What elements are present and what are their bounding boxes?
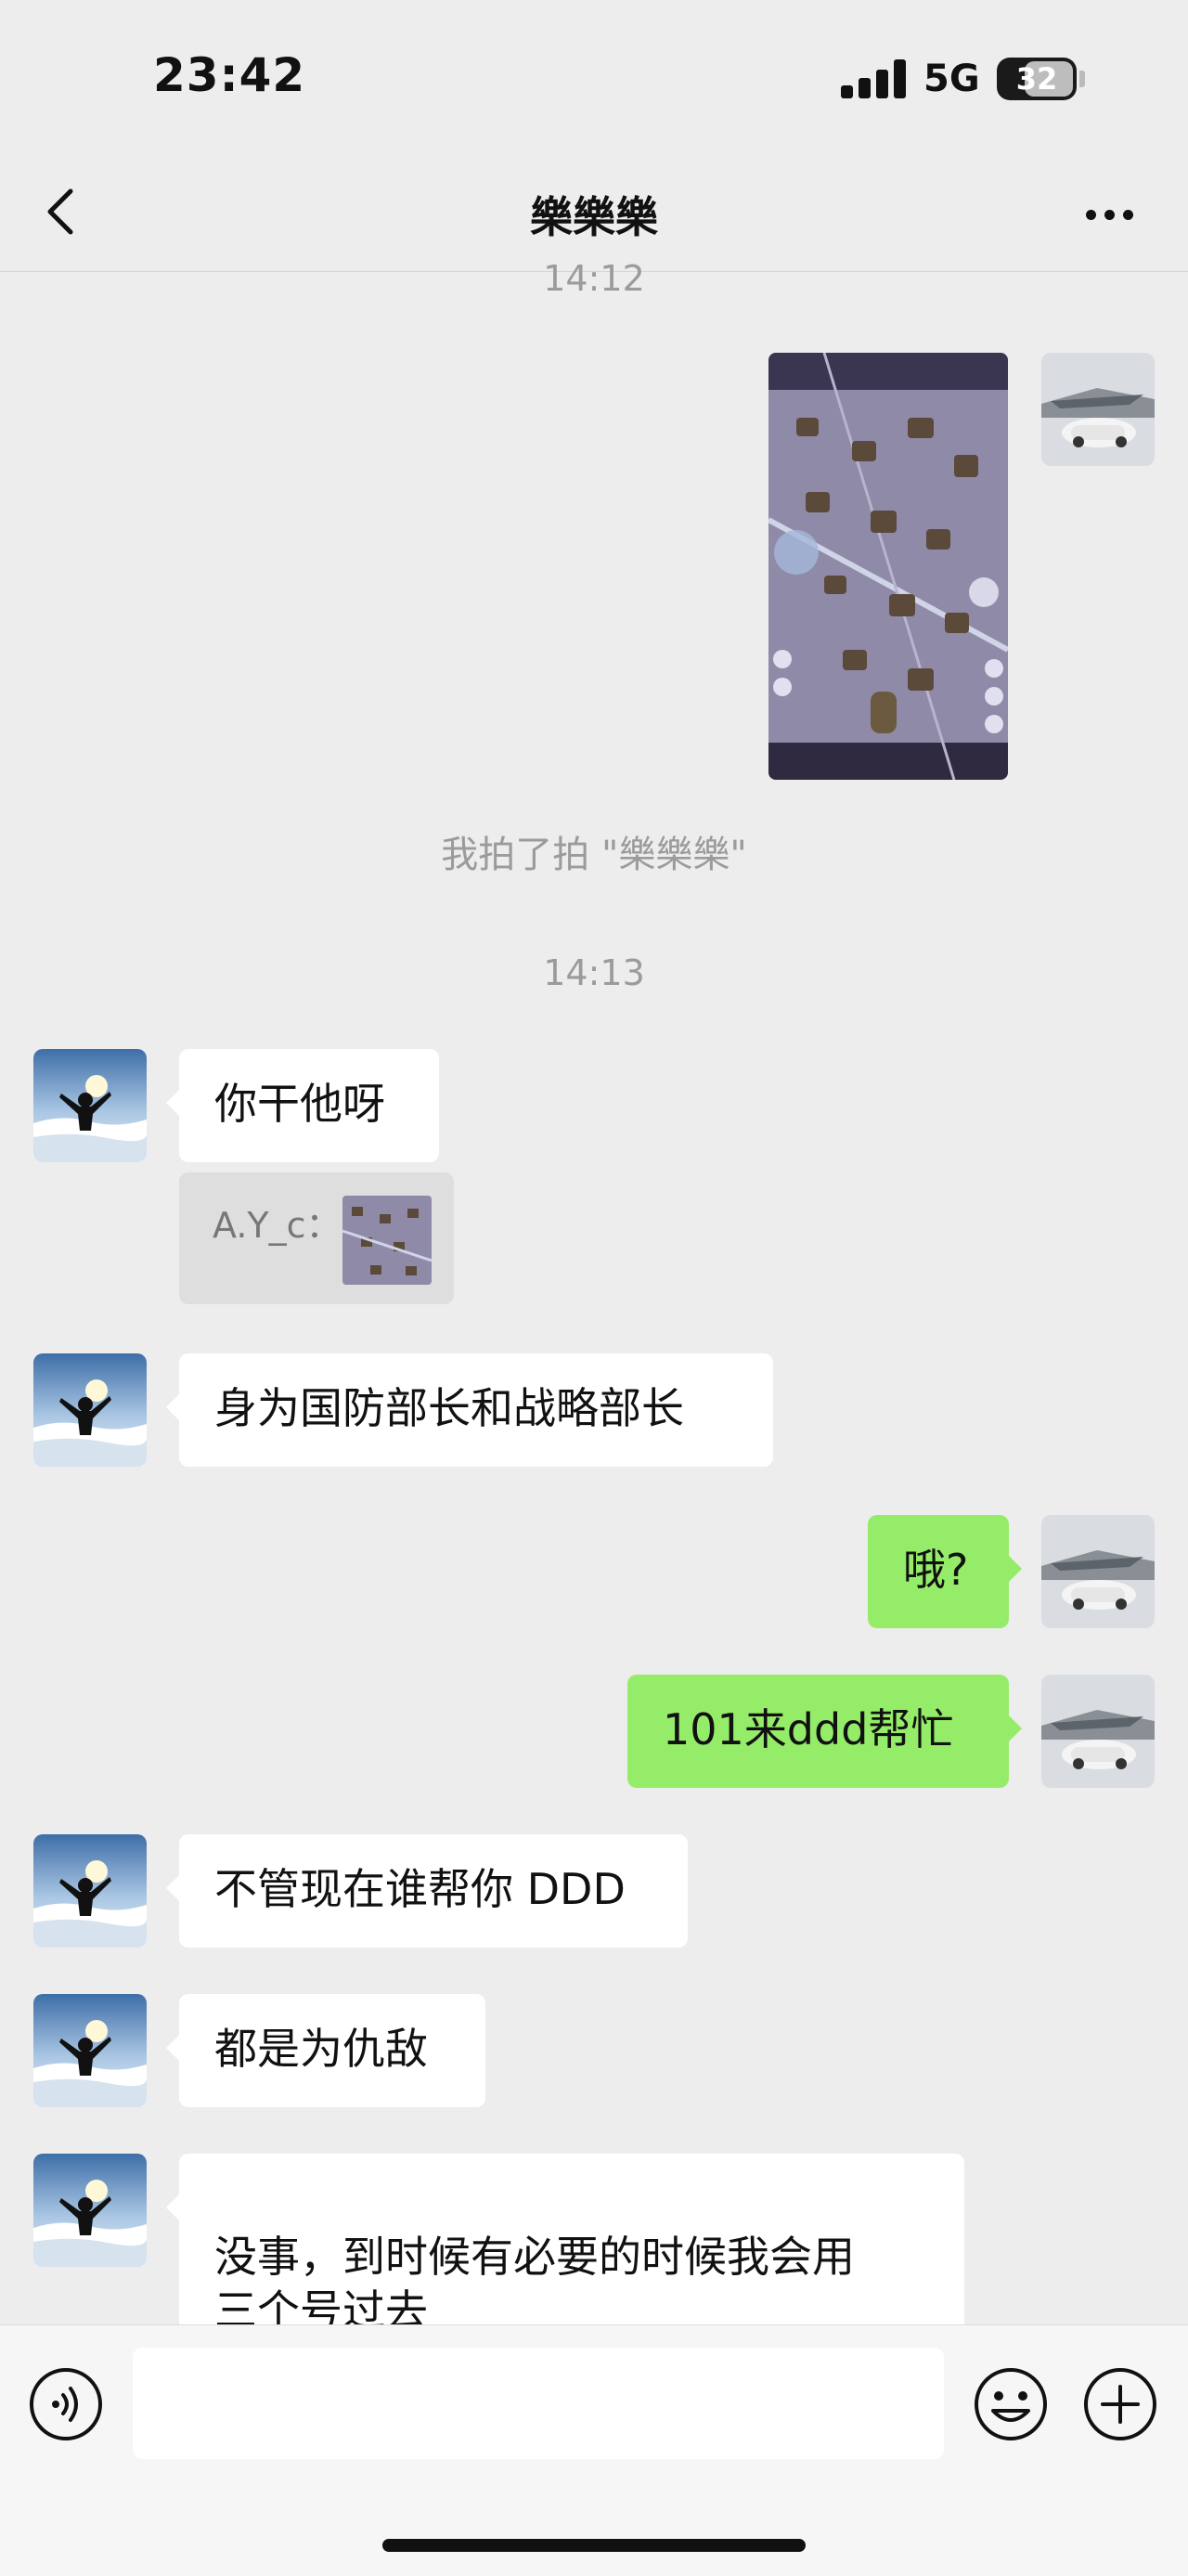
message-text: 你干他呀 (214, 1079, 385, 1129)
chat-title: 樂樂樂 (530, 192, 658, 242)
message-bubble[interactable]: 不管现在谁帮你 DDD (166, 1834, 688, 1948)
message-text: 没事，到时候有必要的时候我会用 三个号过去 (214, 2232, 855, 2336)
my-avatar[interactable] (1041, 1515, 1155, 1628)
timestamp: 14:13 (543, 952, 645, 993)
status-time: 23:42 (153, 48, 306, 102)
quote-sender: A.Y_c： (213, 1205, 342, 1246)
contact-avatar[interactable] (33, 1834, 147, 1948)
message-text: 不管现在谁帮你 DDD (214, 1864, 626, 1914)
contact-avatar[interactable] (33, 2154, 147, 2267)
battery-icon: 32 (997, 58, 1077, 100)
contact-avatar[interactable] (33, 1049, 147, 1162)
message-bubble[interactable]: 哦? (868, 1515, 1022, 1628)
timestamp: 14:12 (543, 258, 645, 299)
more-icon[interactable] (1081, 204, 1137, 227)
plus-icon[interactable] (1082, 2366, 1158, 2442)
status-bar: 23:42 5G 32 (0, 0, 1188, 158)
contact-avatar[interactable] (33, 1353, 147, 1467)
message-input[interactable] (133, 2348, 944, 2459)
message-bubble[interactable]: 101来ddd帮忙 (627, 1675, 1022, 1788)
quoted-image-thumbnail[interactable] (342, 1196, 432, 1285)
cellular-signal-icon (841, 59, 906, 98)
home-indicator (382, 2539, 806, 2552)
pat-notification: 我拍了拍 "樂樂樂" (441, 834, 747, 876)
chat-header: 樂樂樂 (0, 158, 1188, 272)
battery-level: 32 (1015, 61, 1058, 97)
quoted-message[interactable]: A.Y_c： (179, 1172, 454, 1304)
contact-avatar[interactable] (33, 1994, 147, 2107)
message-text: 身为国防部长和战略部长 (214, 1383, 684, 1433)
message-bubble[interactable]: 你干他呀 (166, 1049, 439, 1162)
image-message[interactable] (768, 353, 1008, 780)
emoji-icon[interactable] (973, 2366, 1049, 2442)
message-text: 101来ddd帮忙 (663, 1704, 954, 1754)
network-type: 5G (923, 58, 980, 100)
my-avatar[interactable] (1041, 1675, 1155, 1788)
message-bubble[interactable]: 身为国防部长和战略部长 (166, 1353, 773, 1467)
message-text: 都是为仇敌 (214, 2024, 428, 2074)
message-text: 哦? (903, 1545, 969, 1595)
my-avatar[interactable] (1041, 353, 1155, 466)
battery-tip (1079, 71, 1085, 87)
voice-icon[interactable] (28, 2366, 104, 2442)
message-bubble[interactable]: 都是为仇敌 (166, 1994, 485, 2107)
message-bubble[interactable]: 没事，到时候有必要的时候我会用 三个号过去 (166, 2154, 964, 2336)
